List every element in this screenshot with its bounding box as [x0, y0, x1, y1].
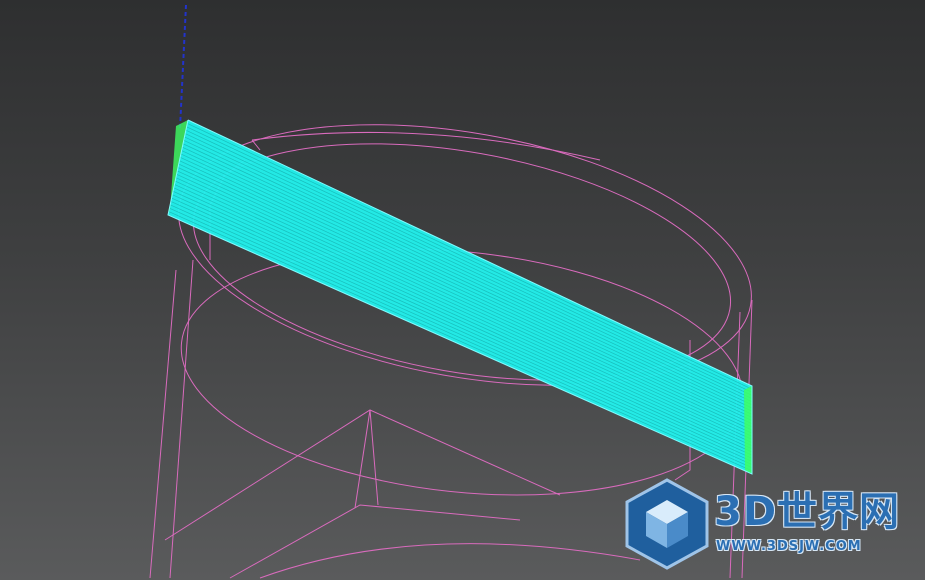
plank-mesh-line — [173, 187, 753, 450]
plank-mesh-line — [183, 140, 753, 406]
watermark-logo: 3D世界网 WWW.3DSJW.COM — [622, 476, 922, 576]
inner-cross-2 — [354, 409, 379, 509]
lower-arc — [259, 543, 641, 579]
top-rim-left — [251, 139, 261, 151]
plank-mesh-line — [179, 160, 753, 425]
plank-mesh-line — [176, 173, 753, 437]
plank-mesh-line — [178, 163, 753, 428]
plank-mesh-line — [170, 204, 753, 465]
plank-mesh-line — [182, 146, 753, 412]
plank-mesh-line — [177, 167, 753, 431]
plank-mesh-line — [184, 133, 753, 399]
inner-cross-3 — [229, 504, 521, 579]
plank-mesh-line — [175, 177, 753, 440]
cube-hexagon-icon — [625, 478, 709, 570]
cylinder-left-edge-inner — [169, 259, 194, 579]
plank-mesh-line — [185, 129, 753, 396]
inner-cross-1 — [164, 409, 561, 541]
plank-face — [168, 120, 752, 474]
selected-plank-object[interactable] — [167, 119, 753, 475]
plank-mesh-line — [182, 143, 753, 409]
z-axis-gizmo — [179, 4, 187, 129]
plank-mesh-line — [181, 150, 753, 415]
plank-mesh-line — [172, 190, 753, 453]
plank-mesh-line — [174, 184, 753, 447]
plank-mesh-line — [177, 170, 753, 434]
plank-mesh-line — [171, 197, 753, 459]
cylinder-left-edge — [149, 269, 177, 579]
plank-mesh-line — [184, 136, 753, 403]
plank-mesh-line — [172, 194, 753, 456]
plank-mesh-line — [170, 201, 753, 462]
plank-end-right — [744, 386, 752, 474]
plank-mesh-line — [174, 180, 753, 443]
watermark-url: WWW.3DSJW.COM — [716, 539, 862, 554]
watermark-title: 3D世界网 — [714, 489, 901, 535]
plank-mesh-line — [180, 153, 753, 418]
plank-mesh-line — [179, 157, 753, 421]
plank-mesh-line — [169, 207, 753, 469]
3d-viewport[interactable]: 3D世界网 WWW.3DSJW.COM — [0, 0, 925, 580]
